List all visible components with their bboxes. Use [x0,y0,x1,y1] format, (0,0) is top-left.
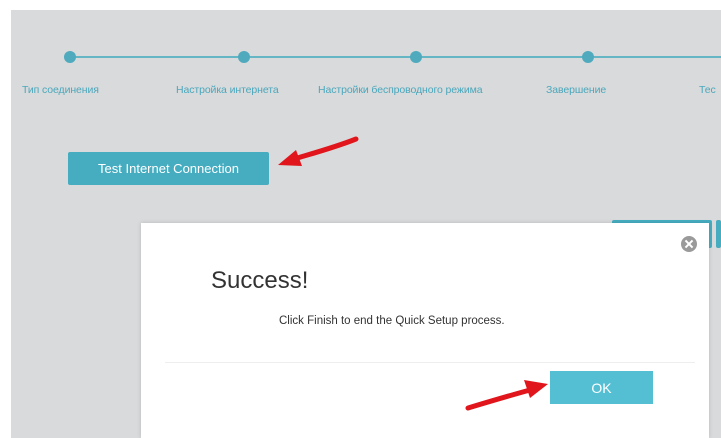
step-label-internet-settings: Настройка интернета [176,84,279,96]
step-dot-internet-settings [238,51,250,63]
step-dot-wireless-settings [410,51,422,63]
hidden-next-button[interactable] [716,220,721,248]
step-dot-connection-type [64,51,76,63]
close-icon[interactable] [681,236,697,252]
step-label-wireless-settings: Настройки беспроводного режима [318,84,483,96]
step-label-finish: Завершение [546,84,607,96]
progress-line [70,56,721,58]
dialog-title: Success! [211,267,309,294]
screenshot-frame: Тип соединения Настройка интернета Настр… [0,0,721,438]
step-label-connection-type: Тип соединения [22,84,99,96]
dialog-message: Click Finish to end the Quick Setup proc… [279,315,505,327]
ok-button[interactable]: OK [550,371,653,404]
success-dialog: Success! Click Finish to end the Quick S… [141,223,709,438]
dialog-divider [165,362,695,363]
step-dot-finish [582,51,594,63]
arrow-annotation-icon [278,136,359,166]
test-internet-connection-button[interactable]: Test Internet Connection [68,152,269,185]
arrow-annotation-icon [465,380,548,411]
step-label-test: Тес [699,84,716,96]
